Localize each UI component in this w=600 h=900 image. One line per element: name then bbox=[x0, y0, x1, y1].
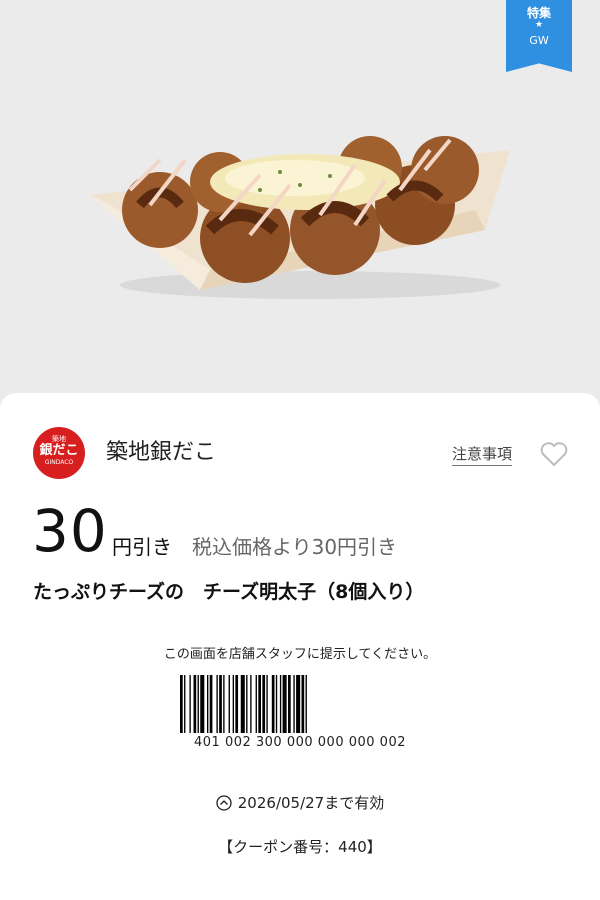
hero-image-area: 特集 ★ GW bbox=[0, 0, 600, 400]
coupon-barcode bbox=[180, 675, 307, 733]
ribbon-star-icon: ★ bbox=[534, 20, 544, 30]
discount-unit: 円引き bbox=[112, 535, 172, 559]
product-name: たっぷりチーズの チーズ明太子（8個入り） bbox=[33, 581, 425, 603]
redeem-instruction: この画面を店舗スタッフに提示してください。 bbox=[163, 647, 437, 662]
ribbon-tag: GW bbox=[529, 34, 549, 47]
logo-main-text: 銀だこ bbox=[39, 443, 79, 458]
notes-link[interactable]: 注意事項 bbox=[452, 445, 513, 466]
feature-ribbon: 特集 ★ GW bbox=[506, 0, 572, 72]
brand-name: 築地銀だこ bbox=[106, 440, 217, 465]
takoyaki-product-image bbox=[90, 136, 510, 299]
heart-outline-icon[interactable] bbox=[540, 441, 568, 467]
discount-detail: 税込価格より30円引き bbox=[192, 535, 398, 559]
expiry-row: 2026/05/27まで有効 bbox=[0, 793, 600, 813]
barcode-number: 401 002 300 000 000 000 002 bbox=[194, 735, 406, 750]
expiry-text: 2026/05/27まで有効 bbox=[237, 794, 385, 812]
coupon-number: 【クーポン番号：440】 bbox=[218, 838, 382, 856]
coupon-card: 築地 銀だこ GINDACO 築地銀だこ 注意事項 30 円引き 税込価格より3… bbox=[0, 393, 600, 900]
logo-top-text: 築地 bbox=[52, 435, 66, 443]
clock-icon bbox=[216, 795, 232, 811]
ribbon-label: 特集 bbox=[526, 6, 551, 20]
brand-logo: 築地 銀だこ GINDACO bbox=[33, 427, 85, 479]
logo-sub-text: GINDACO bbox=[44, 459, 74, 466]
discount-amount: 30 bbox=[32, 497, 108, 565]
